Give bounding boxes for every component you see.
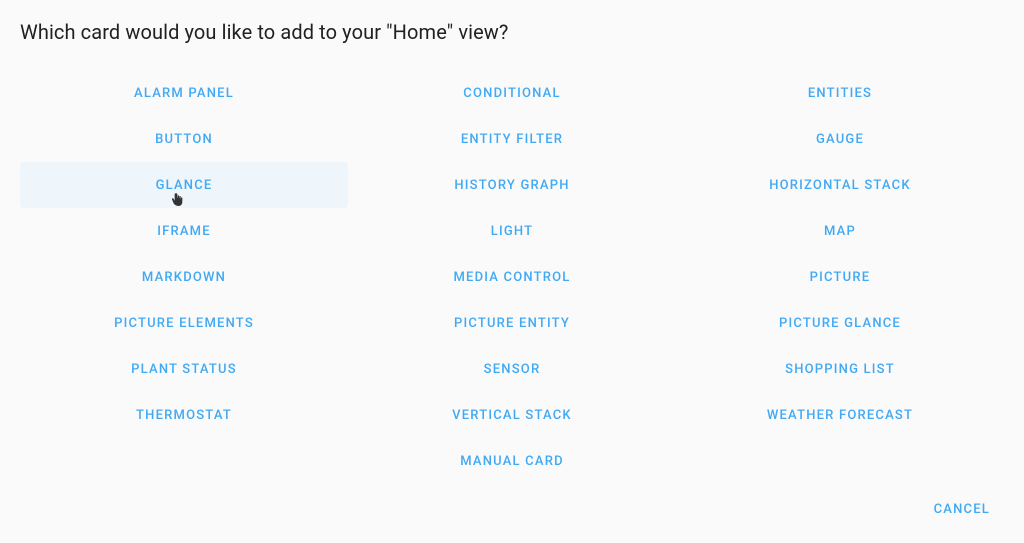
card-option-light[interactable]: LIGHT xyxy=(348,208,676,254)
card-option-weather-forecast[interactable]: WEATHER FORECAST xyxy=(676,392,1004,438)
dialog-title: Which card would you like to add to your… xyxy=(20,20,508,44)
card-option-shopping-list[interactable]: SHOPPING LIST xyxy=(676,346,1004,392)
card-option-iframe[interactable]: IFRAME xyxy=(20,208,348,254)
card-option-markdown[interactable]: MARKDOWN xyxy=(20,254,348,300)
card-option-alarm-panel[interactable]: ALARM PANEL xyxy=(20,70,348,116)
card-option-horizontal-stack[interactable]: HORIZONTAL STACK xyxy=(676,162,1004,208)
card-option-entities[interactable]: ENTITIES xyxy=(676,70,1004,116)
card-option-conditional[interactable]: CONDITIONAL xyxy=(348,70,676,116)
card-option-vertical-stack[interactable]: VERTICAL STACK xyxy=(348,392,676,438)
card-option-picture-entity[interactable]: PICTURE ENTITY xyxy=(348,300,676,346)
card-option-gauge[interactable]: GAUGE xyxy=(676,116,1004,162)
card-option-picture-elements[interactable]: PICTURE ELEMENTS xyxy=(20,300,348,346)
card-option-thermostat[interactable]: THERMOSTAT xyxy=(20,392,348,438)
card-option-entity-filter[interactable]: ENTITY FILTER xyxy=(348,116,676,162)
card-option-map[interactable]: MAP xyxy=(676,208,1004,254)
card-option-media-control[interactable]: MEDIA CONTROL xyxy=(348,254,676,300)
cancel-button[interactable]: CANCEL xyxy=(924,494,1000,525)
card-option-picture-glance[interactable]: PICTURE GLANCE xyxy=(676,300,1004,346)
card-option-history-graph[interactable]: HISTORY GRAPH xyxy=(348,162,676,208)
card-option-button[interactable]: BUTTON xyxy=(20,116,348,162)
card-option-glance[interactable]: GLANCE xyxy=(20,162,348,208)
card-option-picture[interactable]: PICTURE xyxy=(676,254,1004,300)
card-type-grid: ALARM PANEL CONDITIONAL ENTITIES BUTTON … xyxy=(20,70,1004,484)
card-option-plant-status[interactable]: PLANT STATUS xyxy=(20,346,348,392)
card-option-sensor[interactable]: SENSOR xyxy=(348,346,676,392)
card-option-manual-card[interactable]: MANUAL CARD xyxy=(20,438,1004,484)
